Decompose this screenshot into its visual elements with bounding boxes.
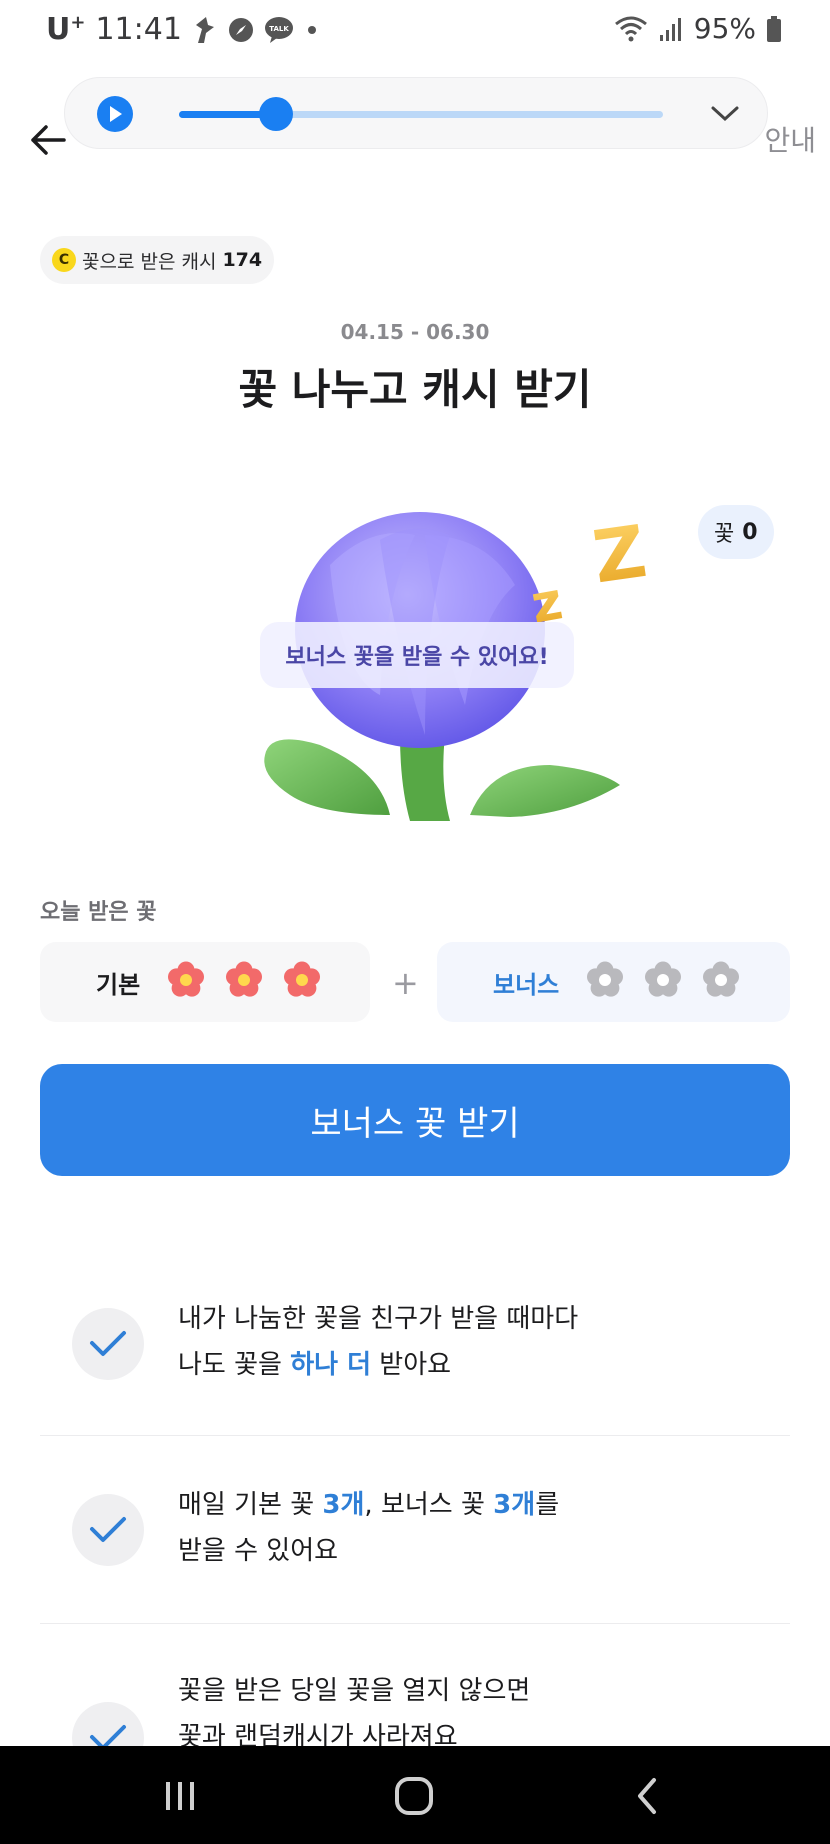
flower-count-chip: 꽃 0 [698, 505, 774, 559]
battery-icon [766, 15, 782, 43]
progress-handle[interactable] [258, 97, 293, 131]
info-text-3: 꽃을 받은 당일 꽃을 열지 않으면 꽃과 랜덤캐시가 사라져요 [178, 1676, 531, 1746]
carrier-label: U+ [46, 12, 86, 47]
earned-cash-value: 174 [222, 249, 263, 271]
info-item-2: 매일 기본 꽃 3개, 보너스 꽃 3개를 받을 수 있어요 [40, 1488, 790, 1608]
clock: 11:41 [95, 12, 182, 47]
event-period: 04.15 - 06.30 [340, 320, 490, 344]
svg-text:TALK: TALK [269, 25, 289, 33]
chevron-down-icon [711, 106, 739, 122]
arrow-left-icon [31, 125, 66, 155]
basic-flowers-label: 기본 [96, 970, 141, 999]
flower-count-label: 꽃 [714, 522, 735, 547]
bonus-flower-empty-icon [643, 960, 683, 1004]
progress-track[interactable] [179, 97, 663, 131]
basic-flower-filled-icon [224, 960, 264, 1004]
coin-icon: C [52, 248, 76, 272]
earned-cash-chip: C 꽃으로 받은 캐시 174 [40, 236, 275, 284]
play-button[interactable] [97, 96, 133, 132]
today-received-label: 오늘 받은 꽃 [40, 900, 157, 925]
chevron-left-icon [638, 1778, 656, 1814]
plus-sign: + [392, 964, 419, 1002]
back-button[interactable] [28, 120, 68, 160]
home-button[interactable] [392, 1774, 436, 1818]
basic-flower-filled-icon [282, 960, 322, 1004]
kakaotalk-icon: TALK [264, 16, 294, 44]
info-text-1: 내가 나눔한 꽃을 친구가 받을 때마다 나도 꽃을 하나 더 받아요 [178, 1304, 579, 1380]
basic-flowers-row [166, 960, 322, 1004]
check-icon [72, 1702, 144, 1746]
get-bonus-flower-button[interactable]: 보너스 꽃 받기 [40, 1064, 790, 1176]
collapse-button[interactable] [709, 98, 741, 130]
bonus-flowers-label: 보너스 [493, 970, 560, 999]
home-icon [395, 1777, 433, 1815]
info-item-3: 꽃을 받은 당일 꽃을 열지 않으면 꽃과 랜덤캐시가 사라져요 [40, 1674, 790, 1746]
page-title: 꽃 나누고 캐시 받기 [238, 365, 592, 414]
system-nav-bar [0, 1746, 830, 1844]
bonus-flower-empty-icon [585, 960, 625, 1004]
bonus-flowers-card: 보너스 [437, 942, 790, 1022]
divider [40, 1623, 790, 1624]
bonus-flower-empty-icon [701, 960, 741, 1004]
basic-flowers-card: 기본 [40, 942, 370, 1022]
battery-percent: 95% [693, 12, 756, 45]
signal-icon [658, 15, 684, 43]
check-icon [72, 1494, 144, 1566]
system-back-button[interactable] [626, 1774, 670, 1818]
wifi-icon [614, 15, 648, 43]
flower-count-value: 0 [742, 519, 758, 545]
recent-apps-button[interactable] [158, 1774, 202, 1818]
status-bar: U+ 11:41 TALK 95% [0, 0, 830, 64]
info-text-2: 매일 기본 꽃 3개, 보너스 꽃 3개를 받을 수 있어요 [178, 1490, 560, 1566]
guide-link[interactable]: 안내 [764, 119, 816, 159]
check-icon [72, 1308, 144, 1380]
compass-icon [228, 17, 254, 43]
bonus-flowers-row [585, 960, 741, 1004]
svg-text:Z: Z [588, 509, 651, 599]
info-item-1: 내가 나눔한 꽃을 친구가 받을 때마다 나도 꽃을 하나 더 받아요 [40, 1300, 790, 1420]
recent-apps-icon [166, 1782, 194, 1810]
earned-cash-label: 꽃으로 받은 캐시 [82, 250, 217, 273]
cheer-icon [192, 15, 218, 45]
bonus-available-bubble: 보너스 꽃을 받을 수 있어요! [260, 622, 574, 688]
play-icon [110, 106, 122, 122]
basic-flower-filled-icon [166, 960, 206, 1004]
notification-dot-icon [304, 22, 320, 38]
audio-player [64, 77, 768, 149]
divider [40, 1435, 790, 1436]
